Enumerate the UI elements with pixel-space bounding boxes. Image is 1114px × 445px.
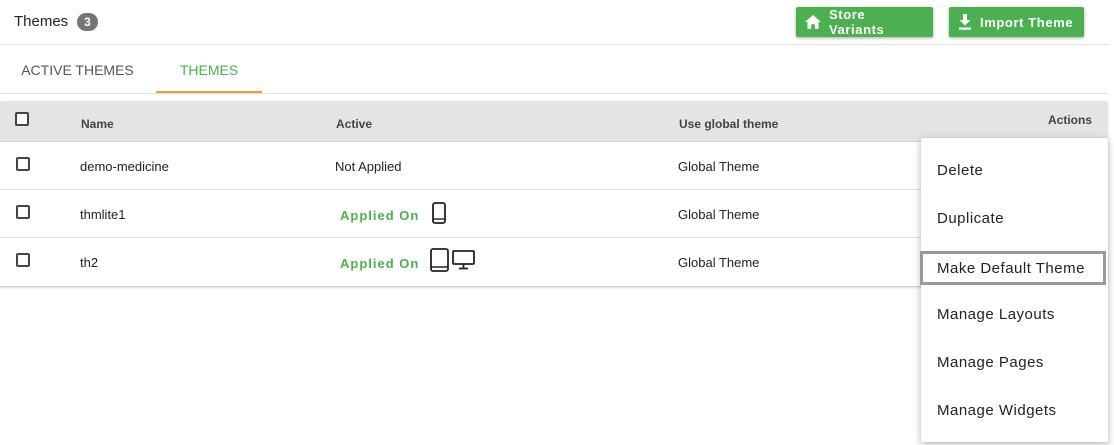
store-variants-button[interactable]: Store Variants [796,7,933,37]
active-status: Not Applied [335,159,402,174]
table-header: Name Active Use global theme Actions [0,101,1108,142]
tablet-icon [430,248,449,272]
menu-item-manage-pages[interactable]: Manage Pages [921,345,1108,379]
active-tab-indicator [156,91,262,93]
menu-item-duplicate[interactable]: Duplicate [921,201,1108,235]
column-header-name: Name [81,117,114,131]
column-header-active: Active [336,117,373,131]
row-checkbox[interactable] [16,157,30,171]
theme-name: thmlite1 [80,207,126,222]
active-status: Applied On [340,208,420,223]
page-title: Themes [14,13,69,30]
mobile-icon [432,202,446,224]
global-theme-value: Global Theme [678,255,760,270]
page-header: Themes 3 Store Variants Import Theme [0,0,1108,45]
column-header-actions: Actions [1048,113,1093,127]
menu-item-manage-layouts[interactable]: Manage Layouts [921,297,1108,331]
import-theme-label: Import Theme [980,14,1074,30]
tab-themes[interactable]: THEMES [156,46,262,93]
actions-dropdown-menu: Delete Duplicate Make Default Theme Mana… [920,138,1108,442]
global-theme-value: Global Theme [678,159,760,174]
menu-item-manage-widgets[interactable]: Manage Widgets [921,393,1108,427]
row-checkbox[interactable] [16,205,30,219]
theme-name: th2 [80,255,99,270]
row-checkbox[interactable] [16,253,30,267]
tab-active-themes[interactable]: ACTIVE THEMES [0,46,155,93]
home-icon [805,15,821,29]
column-header-use-global-theme: Use global theme [679,117,779,131]
global-theme-value: Global Theme [678,207,760,222]
menu-item-make-default-theme[interactable]: Make Default Theme [920,251,1106,285]
theme-count-badge: 3 [77,13,98,31]
tab-bar: ACTIVE THEMES THEMES [0,46,1108,94]
store-variants-label: Store Variants [829,7,885,37]
theme-name: demo-medicine [80,159,169,174]
download-icon [959,14,971,30]
active-status: Applied On [340,256,420,271]
desktop-icon [452,250,475,270]
menu-item-delete[interactable]: Delete [921,153,1108,187]
import-theme-button[interactable]: Import Theme [949,7,1084,37]
select-all-checkbox[interactable] [15,112,29,126]
